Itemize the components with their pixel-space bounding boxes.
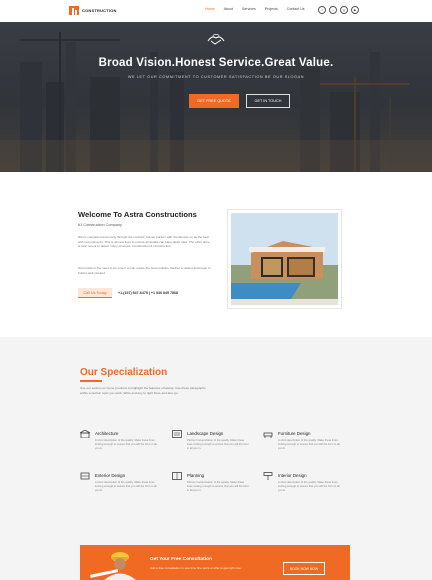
worker-image [90,552,136,580]
feature-desc: Partner transportation of the quality. M… [187,481,249,492]
planning-icon [172,472,182,480]
social-links: f t g ▶ [318,6,362,14]
hero-title: Broad Vision.Honest Service.Great Value. [98,57,334,69]
welcome-paragraph-1: We've completed and many through the con… [78,235,210,249]
furniture-icon [263,432,273,438]
nav-about[interactable]: About [224,7,233,11]
site-header: CONSTRUCTION Home About Services Project… [0,0,432,22]
welcome-paragraph-2: Tell people in the need to be sure if to… [78,266,211,275]
feature-desc: Partner transportation of the quality. M… [187,439,249,450]
get-free-quote-button[interactable]: GET FREE QUOTE [189,94,239,108]
nav-home[interactable]: Home [205,7,215,11]
feature-desc: A short description of the quality. Make… [278,481,340,492]
call-us-today-button[interactable]: Call Us Today [78,288,112,298]
architecture-icon [80,430,90,438]
book-now-button[interactable]: BOOK NOW NOW [283,562,325,575]
phone-numbers: +1-(157) 847-6475 | +1 546 849 7868 [118,291,178,295]
feature-title: Architecture [95,431,119,436]
main-nav: Home About Services Projects Contact Us [205,7,314,11]
title-underline [80,380,102,382]
feature-desc: A short description of the quality. Make… [95,481,157,492]
landscape-icon [172,430,182,438]
nav-contact-us[interactable]: Contact Us [287,7,305,11]
cta-description: Add a free consultation in one time fine… [150,566,242,570]
feature-title: Planning [187,473,205,478]
twitter-icon[interactable]: t [329,6,337,14]
feature-title: Landscape Design [187,431,224,436]
specialization-intro: Use our section on home products to high… [80,386,206,395]
handshake-icon [207,34,225,45]
interior-icon [263,472,273,480]
cta-title: Get Your Free Consultation [150,557,212,562]
feature-title: Interior Design [278,473,307,478]
specialization-section [0,337,432,580]
feature-desc: A short description of the quality. Make… [278,439,340,450]
feature-desc: A short description of the quality. Make… [95,439,157,450]
feature-title: Furniture Design [278,431,311,436]
logo[interactable]: CONSTRUCTION [69,6,117,15]
hero-subtitle: WE LET OUR COMMITMENT TO CUSTOMER SATISF… [127,75,305,79]
nav-services[interactable]: Services [242,7,256,11]
facebook-icon[interactable]: f [318,6,326,14]
welcome-subtitle: #1 Construction Company [78,223,122,227]
welcome-title: Welcome To Astra Constructions [78,210,197,219]
nav-projects[interactable]: Projects [265,7,278,11]
logo-icon [69,6,79,15]
logo-text: CONSTRUCTION [82,8,117,13]
youtube-icon[interactable]: ▶ [351,6,359,14]
feature-title: Exterior Design [95,473,126,478]
specialization-title: Our Specialization [80,367,168,378]
house-image [231,213,338,305]
exterior-icon [80,472,90,480]
get-in-touch-button[interactable]: GET IN TOUCH [246,94,290,108]
googleplus-icon[interactable]: g [340,6,348,14]
